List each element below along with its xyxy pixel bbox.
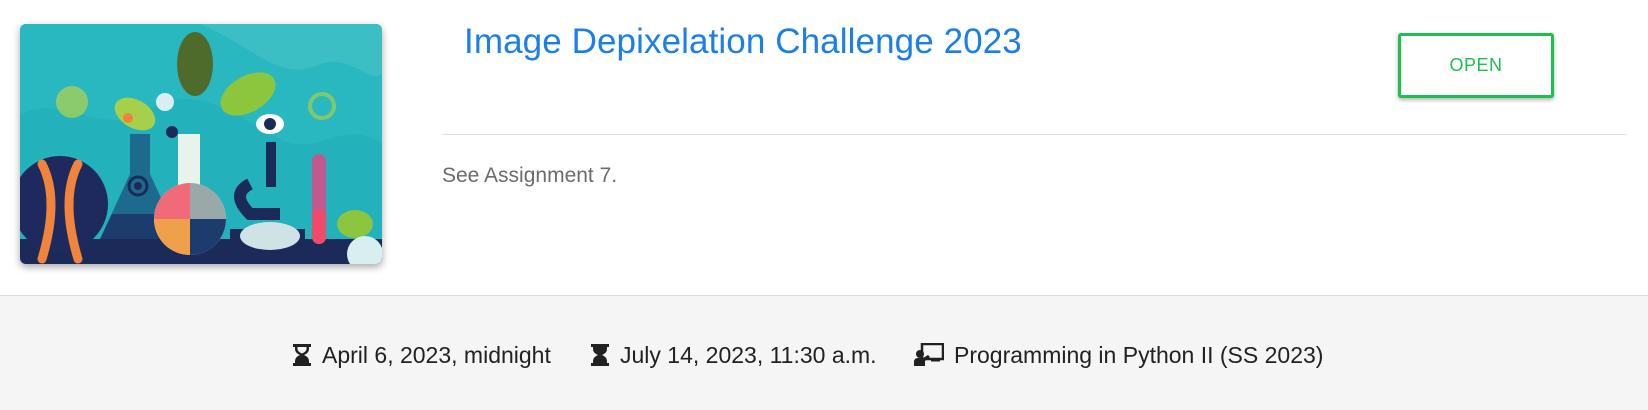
presenter-icon xyxy=(914,343,944,366)
challenge-description: See Assignment 7. xyxy=(442,164,618,187)
challenge-card: Image Depixelation Challenge 2023 OPEN S… xyxy=(0,0,1648,295)
hourglass-icon xyxy=(591,344,609,366)
end-date: July 14, 2023, 11:30 a.m. xyxy=(590,340,877,370)
start-date: April 6, 2023, midnight xyxy=(292,340,551,370)
challenge-title-link[interactable]: Image Depixelation Challenge 2023 xyxy=(464,22,1022,62)
course-name[interactable]: Programming in Python II (SS 2023) xyxy=(954,342,1323,369)
end-date-text: July 14, 2023, 11:30 a.m. xyxy=(620,341,877,368)
divider xyxy=(442,134,1626,135)
start-date-text: April 6, 2023, midnight xyxy=(322,341,551,368)
status-open-button[interactable]: OPEN xyxy=(1398,33,1554,98)
course: Programming in Python II (SS 2023) xyxy=(914,340,1323,370)
challenge-thumbnail[interactable] xyxy=(20,24,382,264)
hourglass-icon xyxy=(293,344,311,366)
science-illustration xyxy=(20,24,382,264)
